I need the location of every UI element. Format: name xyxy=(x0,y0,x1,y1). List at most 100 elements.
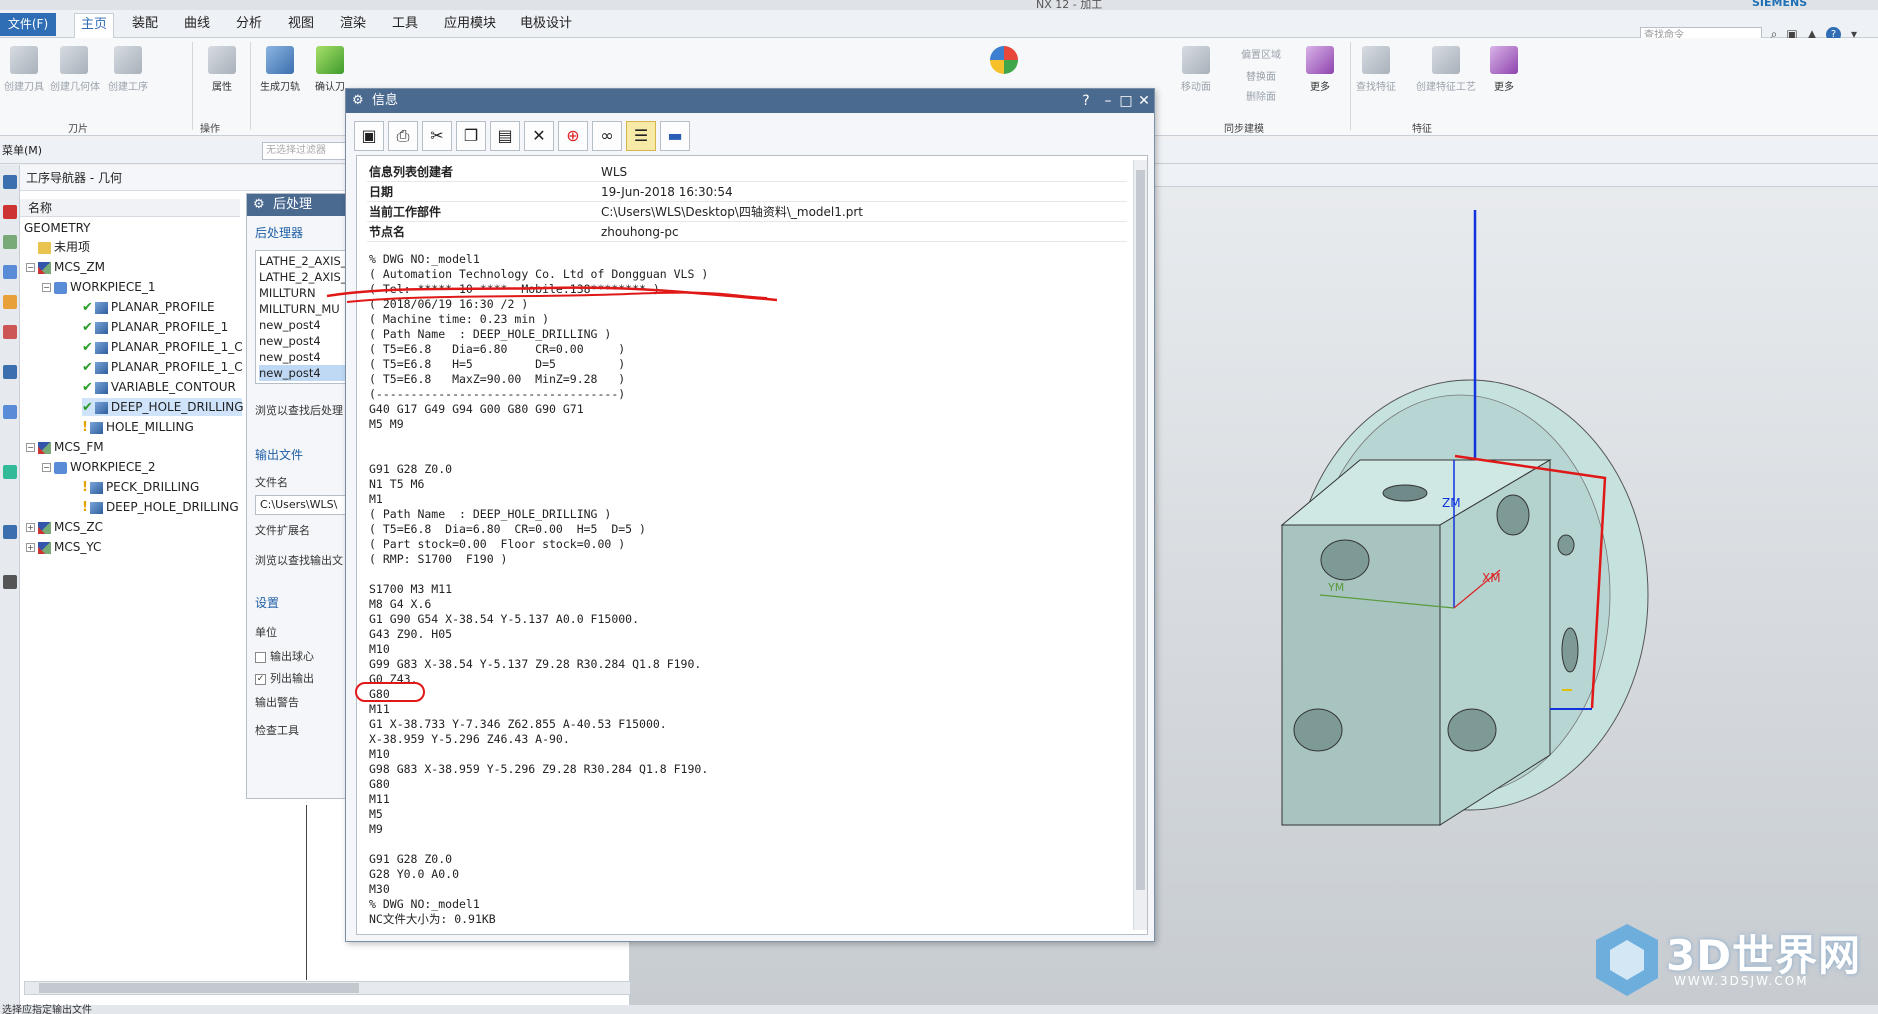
tree-row[interactable]: + MCS_YC xyxy=(26,538,101,556)
tree-row[interactable]: − WORKPIECE_2 xyxy=(42,458,155,476)
collapse-toggle[interactable]: − xyxy=(42,283,51,292)
clock-icon[interactable] xyxy=(3,525,17,539)
postprocessor-list[interactable]: LATHE_2_AXIS_ LATHE_2_AXIS_ MILLTURN MIL… xyxy=(255,250,355,384)
tab-applications[interactable]: 应用模块 xyxy=(438,13,502,38)
tree-row[interactable]: ✔ PLANAR_PROFILE_1 xyxy=(82,318,228,336)
tree-row[interactable]: ! PECK_DRILLING xyxy=(82,478,199,496)
delete-face-button[interactable]: 删除面 xyxy=(1226,80,1296,103)
minimize-icon[interactable]: – xyxy=(1098,89,1118,113)
offset-region-button[interactable]: 偏置区域 xyxy=(1226,38,1296,61)
program-order-icon[interactable] xyxy=(3,235,17,249)
section-settings[interactable]: 设置 xyxy=(255,594,279,611)
tab-tools[interactable]: 工具 xyxy=(386,13,424,38)
web-browser-icon[interactable] xyxy=(3,405,17,419)
create-operation-button[interactable]: 创建工序 xyxy=(104,38,152,100)
collapse-icon[interactable]: ▬ xyxy=(660,121,690,151)
tree-row-selected[interactable]: ✔ DEEP_HOLE_DRILLING xyxy=(82,398,244,416)
tree-row[interactable]: 未用项 xyxy=(38,238,90,256)
list-item[interactable]: LATHE_2_AXIS_ xyxy=(259,253,347,269)
list-output-checkbox[interactable]: ✓ 列出输出 xyxy=(255,670,314,686)
geometry-view-icon[interactable] xyxy=(3,295,17,309)
palette-icon[interactable] xyxy=(3,465,17,479)
list-item[interactable]: MILLTURN xyxy=(259,285,316,301)
column-header-name[interactable]: 名称 xyxy=(20,199,240,217)
tree-row[interactable]: − MCS_ZM xyxy=(26,258,105,276)
find-feature-button[interactable]: 查找特征 xyxy=(1352,38,1400,100)
generate-toolpath-button[interactable]: 生成刀轨 xyxy=(256,38,304,100)
part-model-3d[interactable]: ZM XM YM xyxy=(1210,210,1690,860)
help-icon[interactable]: ? xyxy=(1076,89,1096,113)
section-output-file[interactable]: 输出文件 xyxy=(255,446,303,463)
tab-analysis[interactable]: 分析 xyxy=(230,13,268,38)
method-icon[interactable] xyxy=(3,265,17,279)
collapse-toggle[interactable]: − xyxy=(42,463,51,472)
checkbox-unchecked[interactable] xyxy=(255,651,266,663)
file-menu-button[interactable]: 文件(F) xyxy=(0,13,56,36)
tab-render[interactable]: 渲染 xyxy=(334,13,372,38)
output-ball-checkbox[interactable]: 输出球心 xyxy=(255,648,314,664)
expand-toggle[interactable]: + xyxy=(26,543,35,552)
horizontal-scrollbar[interactable] xyxy=(24,981,644,995)
properties-button[interactable]: 属性 xyxy=(198,38,246,100)
collapse-toggle[interactable]: − xyxy=(26,443,35,452)
create-tool-button[interactable]: 创建刀具 xyxy=(0,38,48,100)
vertical-scrollbar[interactable] xyxy=(1133,160,1147,930)
menu-button[interactable]: 菜单(M) xyxy=(2,142,42,158)
tab-electrode-design[interactable]: 电极设计 xyxy=(514,13,578,38)
cut-icon[interactable]: ✂ xyxy=(422,121,452,151)
list-item[interactable]: new_post4 xyxy=(259,317,321,333)
tab-view[interactable]: 视图 xyxy=(282,13,320,38)
tab-assembly[interactable]: 装配 xyxy=(126,13,164,38)
browse-postprocessor-link[interactable]: 浏览以查找后处理 xyxy=(255,402,343,418)
replace-face-button[interactable]: 替换面 xyxy=(1226,60,1296,83)
browse-output-link[interactable]: 浏览以查找输出文 xyxy=(255,552,343,568)
code-line: M10 xyxy=(369,642,390,656)
list-item[interactable]: new_post4 xyxy=(259,333,321,349)
checkbox-checked[interactable]: ✓ xyxy=(255,673,266,685)
find-icon[interactable]: ⊕ xyxy=(558,121,588,151)
copy-icon[interactable]: ❐ xyxy=(456,121,486,151)
more-sync-button[interactable]: 更多 xyxy=(1296,38,1344,100)
delete-icon[interactable]: ✕ xyxy=(524,121,554,151)
scrollbar-thumb[interactable] xyxy=(39,983,359,993)
planar-profile-icon xyxy=(94,361,108,374)
section-postprocessor[interactable]: 后处理器 xyxy=(255,224,303,241)
tree-row[interactable]: − MCS_FM xyxy=(26,438,104,456)
save-icon[interactable]: ▣ xyxy=(354,121,384,151)
tree-row[interactable]: ✔ PLANAR_PROFILE_1_C xyxy=(82,358,243,376)
collapse-toggle[interactable]: − xyxy=(26,263,35,272)
binoculars-icon[interactable]: ∞ xyxy=(592,121,622,151)
group-label-operation: 操作 xyxy=(200,124,220,135)
tab-home[interactable]: 主页 xyxy=(74,13,115,38)
measure-icon[interactable] xyxy=(3,575,17,589)
tree-row[interactable]: ✔ PLANAR_PROFILE_1_C xyxy=(82,338,243,356)
tree-row[interactable]: + MCS_ZC xyxy=(26,518,103,536)
information-content[interactable]: 信息列表创建者 WLS 日期 19-Jun-2018 16:30:54 当前工作部件… xyxy=(356,155,1148,935)
create-geometry-button[interactable]: 创建几何体 xyxy=(50,38,100,100)
move-face-button[interactable]: 移动面 xyxy=(1172,38,1220,100)
file-name-input[interactable]: C:\Users\WLS\ xyxy=(255,495,355,515)
tree-row[interactable]: ✔ VARIABLE_CONTOUR xyxy=(82,378,236,396)
history-icon[interactable] xyxy=(3,365,17,379)
close-icon[interactable]: ✕ xyxy=(1134,89,1154,113)
list-item[interactable]: new_post4 xyxy=(259,349,321,365)
navigator-icon[interactable] xyxy=(3,175,17,189)
expand-toggle[interactable]: + xyxy=(26,523,35,532)
tree-row[interactable]: ! DEEP_HOLE_DRILLING xyxy=(82,498,239,516)
word-wrap-icon[interactable]: ☰ xyxy=(626,121,656,151)
roles-icon[interactable] xyxy=(3,325,17,339)
more-feature-button[interactable]: 更多 xyxy=(1480,38,1528,100)
tree-row[interactable]: GEOMETRY xyxy=(24,219,91,237)
tree-row[interactable]: − WORKPIECE_1 xyxy=(42,278,155,296)
list-item-selected[interactable]: new_post4 xyxy=(259,365,353,381)
paste-icon[interactable]: ▤ xyxy=(490,121,520,151)
machine-tool-icon[interactable] xyxy=(3,205,17,219)
print-icon[interactable]: ⎙ xyxy=(388,121,418,151)
tree-row[interactable]: ! HOLE_MILLING xyxy=(82,418,194,436)
maximize-icon[interactable]: □ xyxy=(1116,89,1136,113)
tree-row[interactable]: ✔ PLANAR_PROFILE xyxy=(82,298,215,316)
create-feature-process-button[interactable]: 创建特征工艺 xyxy=(1412,38,1480,100)
tab-curve[interactable]: 曲线 xyxy=(178,13,216,38)
scrollbar-thumb[interactable] xyxy=(1136,170,1145,890)
nc-code-listing[interactable]: % DWG NO:_model1( Automation Technology … xyxy=(367,252,1127,932)
